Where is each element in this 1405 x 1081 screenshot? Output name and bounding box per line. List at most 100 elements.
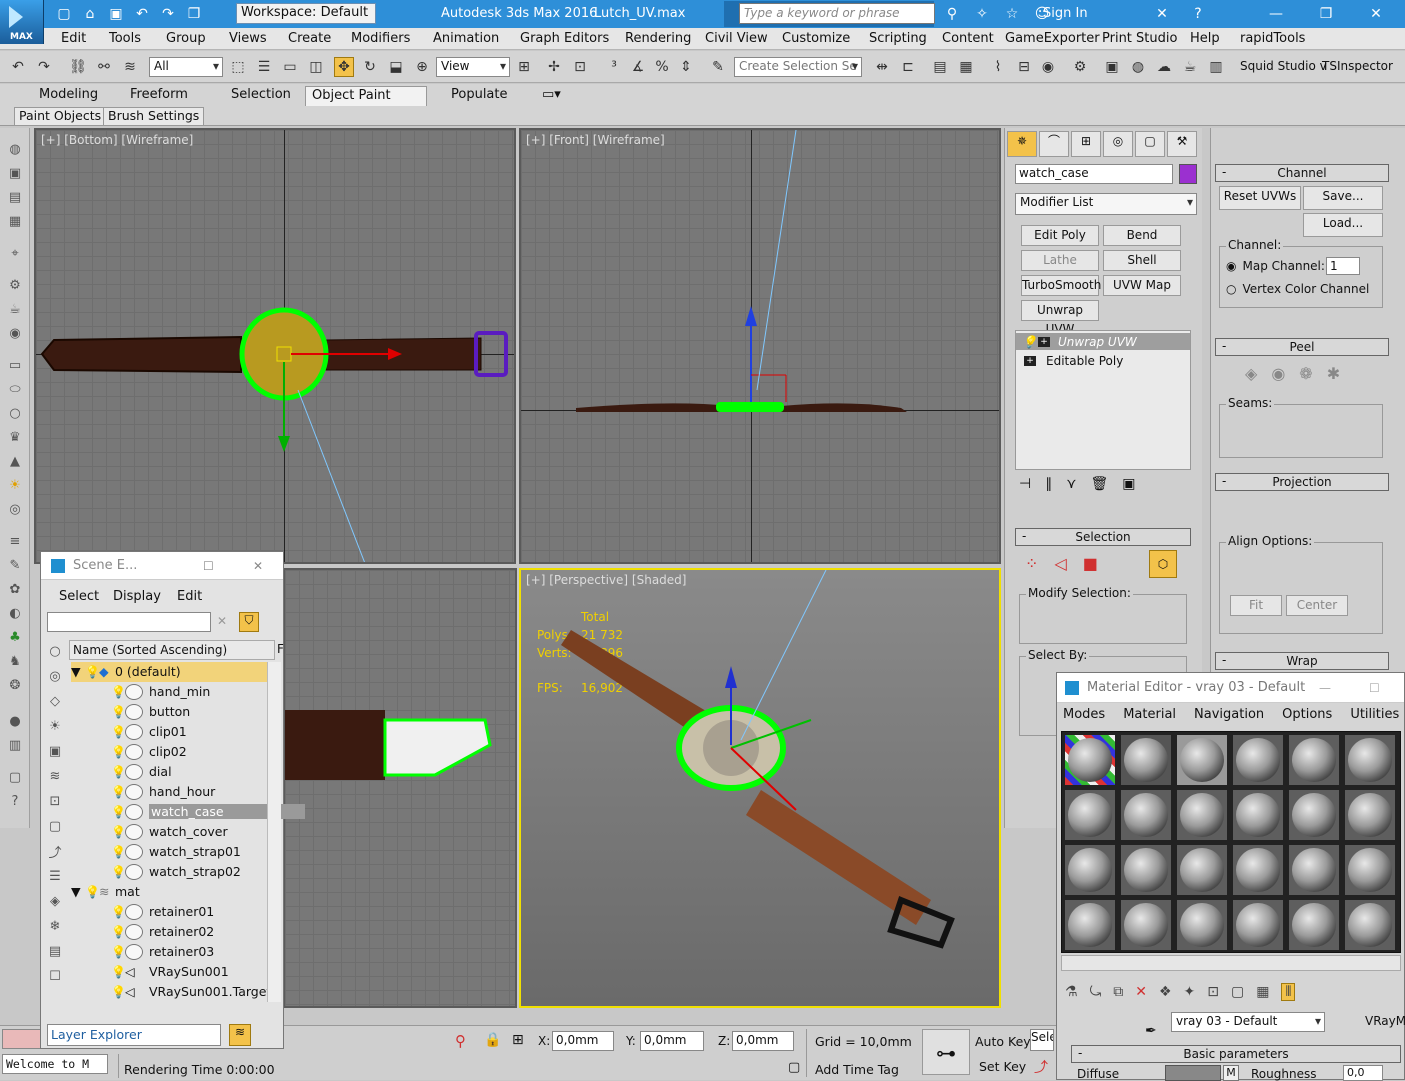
display-hidden-icon[interactable]: ▤ [46, 942, 64, 960]
material-sample-slot[interactable] [1344, 844, 1396, 896]
menu-scripting[interactable]: Scripting [869, 31, 927, 46]
material-sample-slot[interactable] [1120, 734, 1172, 786]
element-mode-icon[interactable]: ⬡ [1149, 550, 1177, 578]
menu-help[interactable]: Help [1190, 31, 1220, 46]
material-editor-titlebar[interactable]: Material Editor - vray 03 - Default — ☐ [1057, 673, 1404, 703]
collapse-arrow-icon[interactable]: ▼ [71, 884, 85, 899]
animal-icon[interactable]: ♞ [6, 652, 24, 670]
quick-peel-icon[interactable]: ◈ [1245, 364, 1257, 383]
object-name-field[interactable]: watch_case [1015, 164, 1173, 184]
material-type-button[interactable]: VRayMt [1365, 1014, 1405, 1028]
diffuse-map-button[interactable]: M [1223, 1065, 1239, 1081]
stack-item-unwrap-uvw[interactable]: 💡 + Unwrap UVW [1016, 333, 1190, 350]
material-name-dropdown[interactable]: vray 03 - Default [1171, 1012, 1325, 1032]
open-file-icon[interactable]: ⌂ [78, 3, 102, 25]
scene-explorer-titlebar[interactable]: Scene E... ☐ ✕ [41, 552, 283, 580]
display-groups-icon[interactable]: ▢ [46, 817, 64, 835]
menu-tools[interactable]: Tools [109, 31, 141, 46]
minimize-icon[interactable]: — [1319, 681, 1331, 695]
viewport-left[interactable] [283, 568, 517, 1008]
named-selection-dropdown[interactable]: Create Selection Se [734, 57, 862, 77]
shell-button[interactable]: Shell [1103, 250, 1181, 271]
display-geometry-icon[interactable]: ◎ [46, 667, 64, 685]
tab-modeling[interactable]: Modeling [33, 86, 104, 106]
reset-uvws-button[interactable]: Reset UVWs [1219, 186, 1301, 210]
modify-tab-icon[interactable]: ⌒ [1039, 131, 1069, 157]
ellipse-icon[interactable]: ⬭ [6, 380, 24, 398]
put-to-scene-icon[interactable]: ⤿ [1090, 984, 1102, 1000]
material-sample-slot[interactable] [1120, 899, 1172, 951]
box-icon[interactable]: ▭ [6, 356, 24, 374]
maximize-icon[interactable]: ☐ [1369, 681, 1380, 695]
tab-object-paint[interactable]: Object Paint [305, 86, 427, 106]
bulb-icon[interactable]: 💡 [85, 885, 100, 899]
menu-animation[interactable]: Animation [433, 31, 499, 46]
sphere-small-icon[interactable]: ● [6, 712, 24, 730]
render-icon[interactable]: ◉ [6, 324, 24, 342]
selection-filter-dropdown[interactable]: All [149, 57, 223, 77]
new-file-icon[interactable]: ▢ [52, 3, 76, 25]
rotate-icon[interactable]: ↻ [360, 57, 380, 77]
motion-tab-icon[interactable]: ◎ [1103, 131, 1133, 157]
material-sample-slot[interactable] [1232, 734, 1284, 786]
material-sample-slot[interactable] [1232, 899, 1284, 951]
circle-icon[interactable]: ○ [6, 404, 24, 422]
display-containers-icon[interactable]: ◈ [46, 892, 64, 910]
material-sample-slot[interactable] [1176, 734, 1228, 786]
get-material-icon[interactable]: ⚗ [1065, 984, 1078, 1000]
sphere-icon[interactable]: ◍ [6, 140, 24, 158]
bulb-icon[interactable]: 💡 [111, 785, 126, 799]
tree-icon[interactable]: ♣ [6, 628, 24, 646]
curve-editor-icon[interactable]: ⌇ [988, 57, 1008, 77]
plant-icon[interactable]: ✿ [6, 580, 24, 598]
display-all-icon[interactable]: ☐ [46, 967, 64, 985]
save-file-icon[interactable]: ▣ [104, 3, 128, 25]
material-sample-slot[interactable] [1176, 899, 1228, 951]
viewport-front[interactable]: [+] [Front] [Wireframe] [519, 128, 1001, 564]
tree-layer-mat[interactable]: ▼ 💡 ≋ mat [71, 882, 267, 902]
help-icon[interactable]: ? [1186, 3, 1210, 25]
channel-rollout[interactable]: - Channel [1215, 164, 1389, 182]
render-queue-icon[interactable]: ▥ [1206, 57, 1226, 77]
sun-icon[interactable]: ☀ [6, 476, 24, 494]
link-icon[interactable]: ⛓ [68, 57, 88, 77]
menu-civil-view[interactable]: Civil View [705, 31, 768, 46]
filter-icon[interactable]: ⛉ [239, 612, 259, 632]
select-by-name-icon[interactable]: ☰ [254, 57, 274, 77]
material-sample-slot[interactable] [1064, 899, 1116, 951]
material-editor-icon[interactable]: ◉ [1038, 57, 1058, 77]
key-filters-icon[interactable]: ⤴ [1034, 1057, 1048, 1077]
scene-maximize-icon[interactable]: ☐ [203, 559, 214, 573]
eyedropper-icon[interactable]: ✒ [1145, 1023, 1157, 1039]
material-sample-slot[interactable] [1288, 899, 1340, 951]
create-tab-icon[interactable]: ✵ [1007, 131, 1037, 157]
menu-utilities[interactable]: Utilities [1350, 707, 1399, 722]
material-sample-slot[interactable] [1176, 789, 1228, 841]
crown-icon[interactable]: ♛ [6, 428, 24, 446]
material-sample-slot[interactable] [1064, 844, 1116, 896]
torus-icon[interactable]: ◎ [6, 500, 24, 518]
fit-button[interactable]: Fit [1230, 595, 1282, 616]
basic-parameters-rollout[interactable]: - Basic parameters [1071, 1045, 1401, 1063]
material-sample-slot[interactable] [1176, 844, 1228, 896]
lock-selection-icon[interactable]: 🔒 [484, 1032, 501, 1048]
menu-edit[interactable]: Edit [61, 31, 86, 46]
tree-scrollbar[interactable] [267, 662, 281, 1002]
bulb-icon[interactable]: 💡 [111, 925, 126, 939]
polygon-mode-icon[interactable]: ■ [1083, 554, 1098, 573]
layer-toggle-icon[interactable]: ≋ [229, 1024, 251, 1046]
set-key-button[interactable]: Set Key [979, 1059, 1026, 1074]
scene-explorer-toggle-icon[interactable]: ▤ [930, 57, 950, 77]
subtab-brush-settings[interactable]: Brush Settings [103, 107, 205, 125]
wheel-icon[interactable]: ⚙ [6, 276, 24, 294]
render-iterative-icon[interactable]: ☁ [1154, 57, 1174, 77]
globe-icon[interactable]: ◐ [6, 604, 24, 622]
viewport-perspective[interactable]: [+] [Perspective] [Shaded] Total Polys: … [519, 568, 1001, 1008]
column-f-header[interactable]: F [277, 642, 284, 656]
subscription-icon[interactable]: ✧ [970, 3, 994, 25]
configure-sets-icon[interactable]: ▣ [1122, 476, 1135, 492]
material-sample-slot[interactable] [1232, 844, 1284, 896]
reset-peel-icon[interactable]: ❁ [1299, 364, 1312, 383]
bulb-icon[interactable]: 💡 [85, 665, 100, 679]
grid-icon[interactable]: ▦ [6, 212, 24, 230]
